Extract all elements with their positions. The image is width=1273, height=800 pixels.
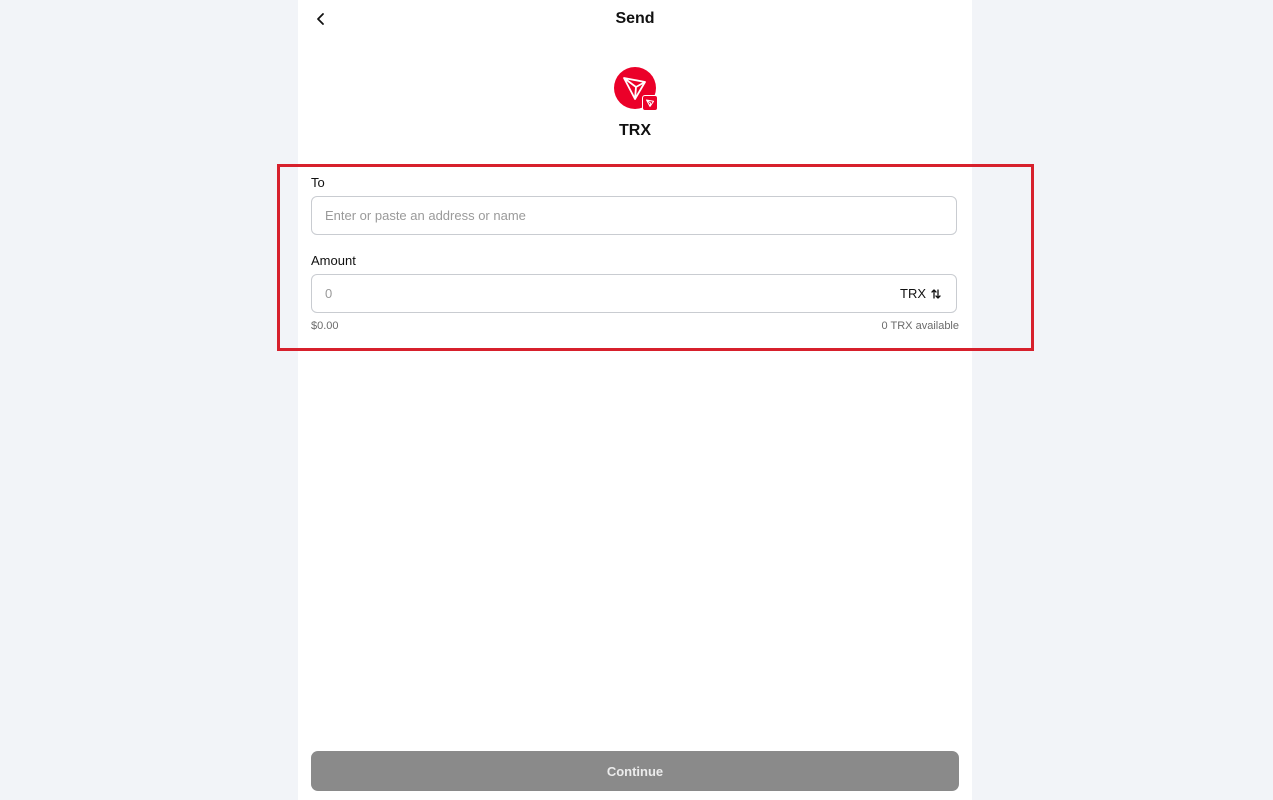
currency-toggle-button[interactable]: TRX [900,275,942,312]
available-balance: 0 TRX available [881,320,959,332]
amount-input[interactable] [325,275,885,312]
continue-button[interactable]: Continue [311,751,959,791]
address-input[interactable] [325,197,945,234]
currency-label: TRX [900,286,926,301]
amount-field[interactable]: TRX [311,274,957,313]
network-badge [642,95,658,111]
token-logo [614,67,658,111]
tron-network-icon [646,99,654,107]
to-field[interactable] [311,196,957,235]
fiat-value: $0.00 [311,320,339,332]
page-title: Send [615,10,655,27]
swap-arrows-icon [931,288,941,299]
to-label: To [311,175,325,190]
send-panel: Send TRX To Amount TRX $0.00 0 TRX avail… [298,0,972,800]
amount-label: Amount [311,253,356,268]
token-name: TRX [619,122,651,139]
